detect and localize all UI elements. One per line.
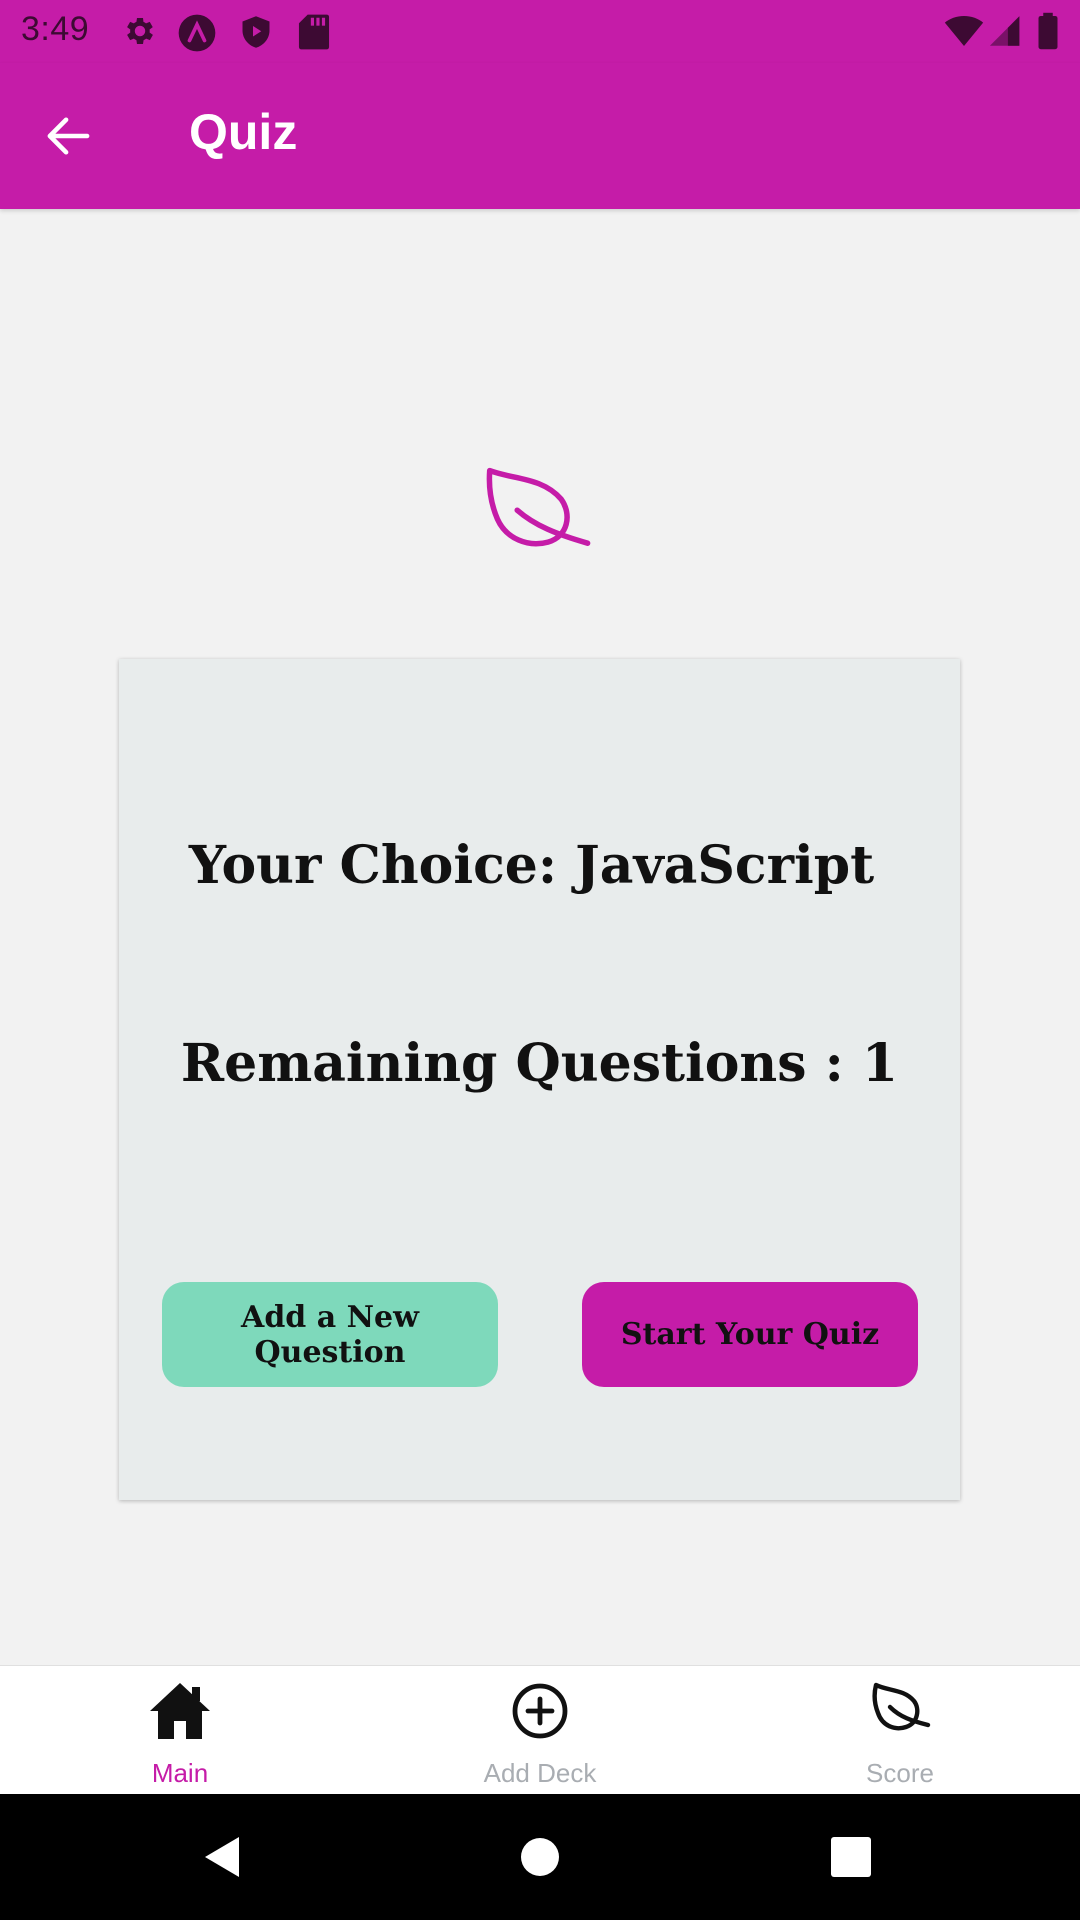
- status-bar: 3:49: [0, 0, 1080, 63]
- tab-score-label: Score: [866, 1758, 934, 1788]
- choice-text: Your Choice: JavaScript: [188, 835, 875, 896]
- sd-card-icon: [298, 14, 330, 50]
- start-quiz-button[interactable]: Start Your Quiz: [582, 1282, 918, 1387]
- settings-icon: [127, 17, 153, 45]
- shield-play-icon: [242, 16, 270, 48]
- tab-main-label: Main: [151, 1758, 209, 1788]
- plus-circle-icon: [512, 1683, 568, 1739]
- add-question-button[interactable]: Add a New Question: [162, 1282, 498, 1387]
- wifi-icon: [944, 16, 984, 46]
- back-button[interactable]: [28, 105, 108, 167]
- app-root: 3:49 Quiz Your Choice: JavaScript Remain…: [0, 0, 1080, 1920]
- tab-score[interactable]: Score: [720, 1666, 1080, 1795]
- signal-icon: [989, 16, 1020, 46]
- nav-home-icon[interactable]: [510, 1827, 570, 1887]
- deck-card: Your Choice: JavaScript Remaining Questi…: [119, 659, 960, 1500]
- bottom-tab-bar: Main Add Deck Score: [0, 1665, 1080, 1795]
- app-bar: Quiz: [0, 63, 1080, 209]
- battery-icon: [1038, 12, 1058, 50]
- nav-recents-icon[interactable]: [821, 1827, 881, 1887]
- home-icon: [150, 1683, 210, 1739]
- tab-add-deck-label: Add Deck: [483, 1758, 597, 1788]
- tab-main[interactable]: Main: [0, 1666, 360, 1795]
- leaf-icon: [486, 467, 591, 547]
- nav-back-icon[interactable]: [193, 1827, 253, 1887]
- tab-add-deck[interactable]: Add Deck: [360, 1666, 720, 1795]
- page-title: Quiz: [189, 104, 298, 160]
- system-nav-bar: [0, 1794, 1080, 1920]
- app-a-icon: [178, 14, 216, 52]
- remaining-questions-text: Remaining Questions : 1: [180, 1033, 899, 1094]
- arrow-left-icon: [47, 117, 90, 155]
- status-time: 3:49: [21, 10, 90, 48]
- leaf-icon: [872, 1682, 931, 1731]
